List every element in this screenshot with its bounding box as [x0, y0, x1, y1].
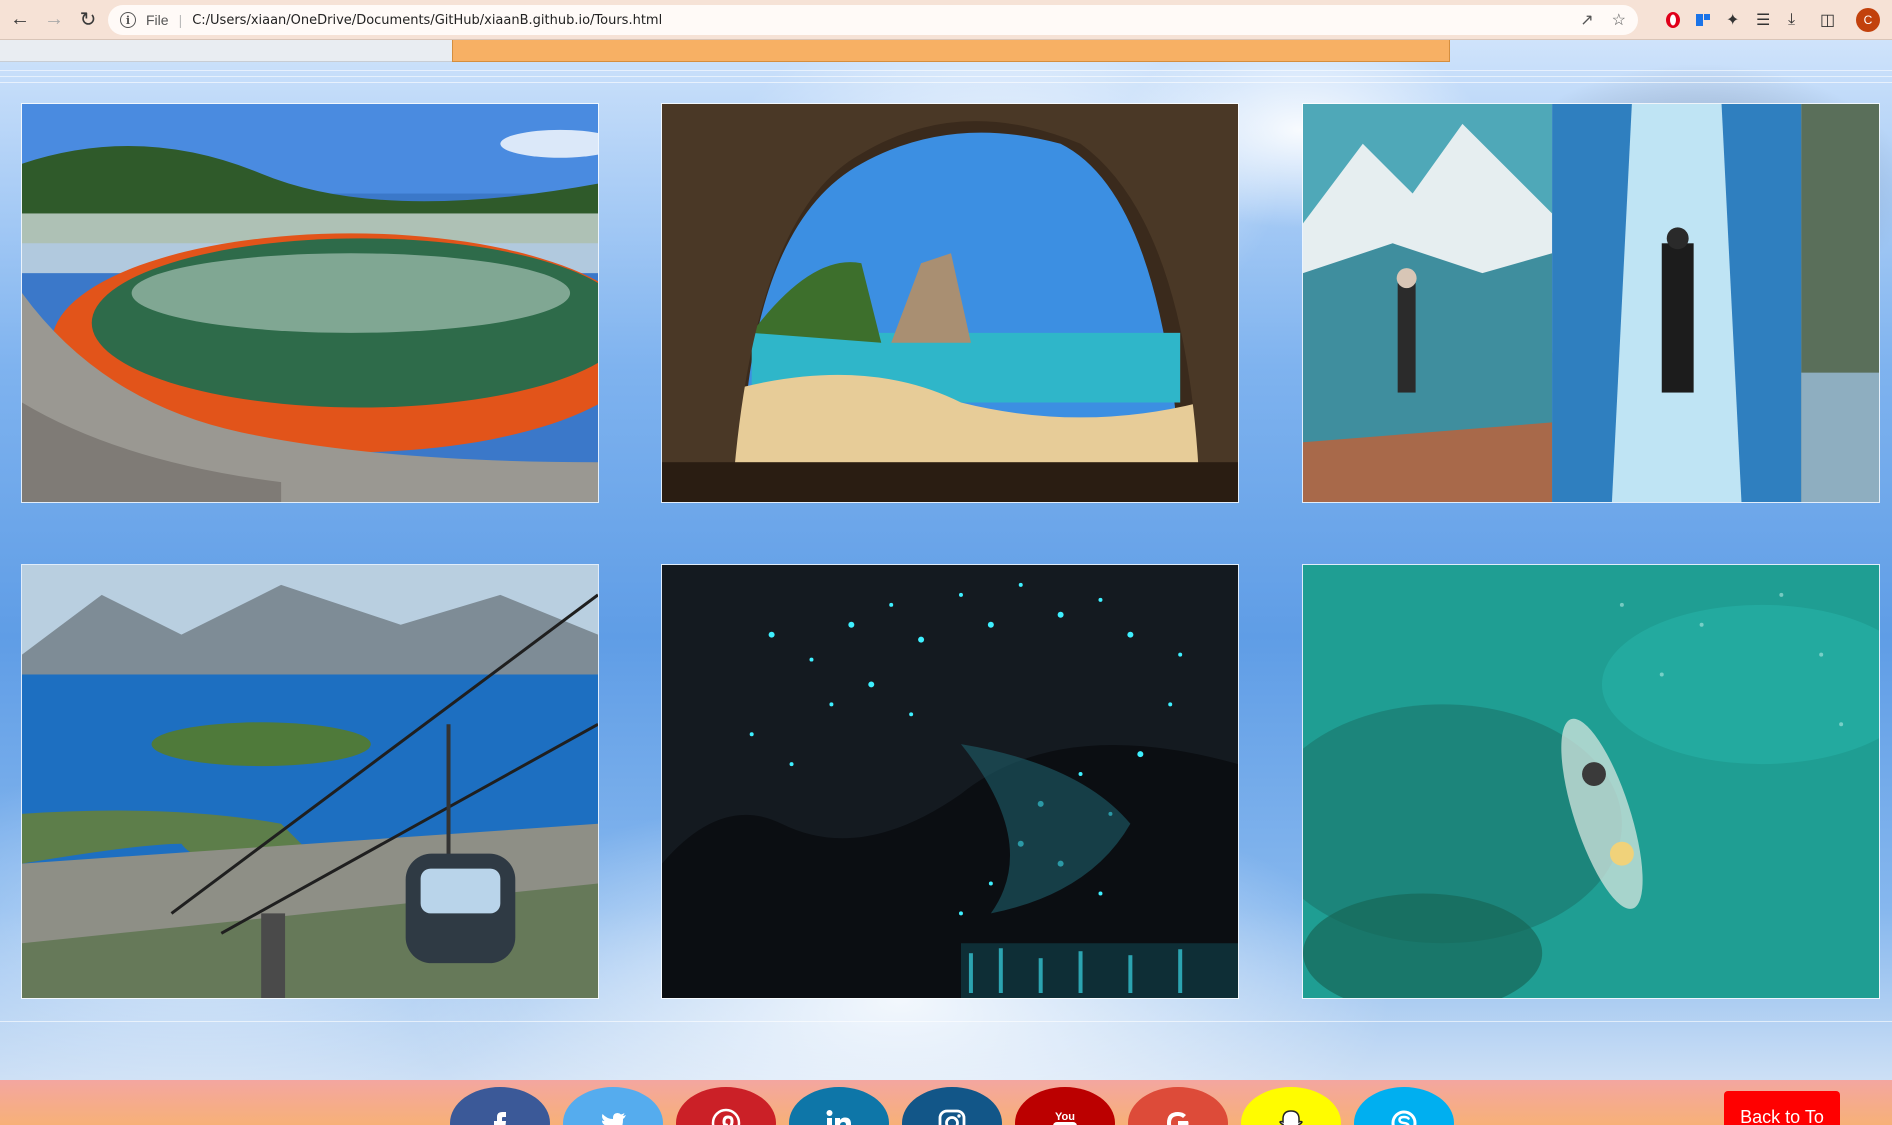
cathedral-cove-image[interactable]: [661, 103, 1239, 503]
puzzle-extensions-icon[interactable]: ✦: [1726, 8, 1739, 32]
divider-line: [0, 76, 1892, 77]
info-icon[interactable]: i: [120, 12, 136, 28]
nav-strip-center: [452, 40, 1450, 62]
gondola-lake-image[interactable]: [21, 564, 599, 999]
translate-extension-icon[interactable]: [1694, 8, 1712, 32]
google-link[interactable]: [1128, 1087, 1228, 1125]
geothermal-pool-image[interactable]: [21, 103, 599, 503]
address-bar[interactable]: i File | C:/Users/xiaan/OneDrive/Documen…: [108, 5, 1638, 35]
snapchat-link[interactable]: [1241, 1087, 1341, 1125]
linkedin-link[interactable]: [789, 1087, 889, 1125]
glowworm-cave-image[interactable]: [661, 564, 1239, 999]
url-text[interactable]: C:/Users/xiaan/OneDrive/Documents/GitHub…: [192, 13, 662, 28]
twitter-link[interactable]: [563, 1087, 663, 1125]
reading-list-icon[interactable]: ☰: [1756, 8, 1770, 32]
address-divider: |: [178, 12, 183, 28]
side-panel-icon[interactable]: ◫: [1820, 8, 1835, 32]
forward-arrow-icon[interactable]: →: [40, 6, 68, 34]
profile-avatar[interactable]: C: [1856, 8, 1880, 32]
pinterest-link[interactable]: [676, 1087, 776, 1125]
bookmark-star-icon[interactable]: ☆: [1612, 10, 1626, 30]
reload-icon[interactable]: ↻: [74, 6, 102, 34]
pinterest-icon: [711, 1108, 741, 1125]
nav-strip-left: [0, 40, 452, 62]
google-icon: [1167, 1112, 1189, 1125]
facebook-icon: [494, 1112, 506, 1125]
svg-text:You: You: [1055, 1111, 1075, 1123]
facebook-link[interactable]: [450, 1087, 550, 1125]
divider-line: [0, 70, 1892, 71]
download-icon[interactable]: ⤓: [1788, 8, 1795, 32]
twitter-icon: [602, 1113, 626, 1125]
skype-icon: [1391, 1110, 1417, 1125]
kayak-lagoon-image[interactable]: [1302, 564, 1880, 999]
skype-link[interactable]: [1354, 1087, 1454, 1125]
back-to-top-button[interactable]: Back to To: [1724, 1091, 1840, 1125]
back-arrow-icon[interactable]: ←: [6, 6, 34, 34]
opera-extension-icon[interactable]: [1664, 8, 1682, 32]
glacier-hiking-image[interactable]: [1302, 103, 1880, 503]
instagram-icon: [938, 1109, 966, 1125]
linkedin-icon: [826, 1110, 851, 1125]
browser-toolbar: ← → ↻ i File | C:/Users/xiaan/OneDrive/D…: [0, 0, 1892, 40]
youtube-icon: YouTube: [1053, 1111, 1077, 1125]
share-icon[interactable]: ↗: [1580, 10, 1593, 30]
scheme-label: File: [146, 12, 169, 28]
instagram-link[interactable]: [902, 1087, 1002, 1125]
footer-bar: YouTube Back to To: [0, 1080, 1892, 1125]
youtube-link[interactable]: YouTube: [1015, 1087, 1115, 1125]
snapchat-icon: [1279, 1110, 1303, 1125]
page-body: YouTube Back to To: [0, 40, 1892, 1125]
